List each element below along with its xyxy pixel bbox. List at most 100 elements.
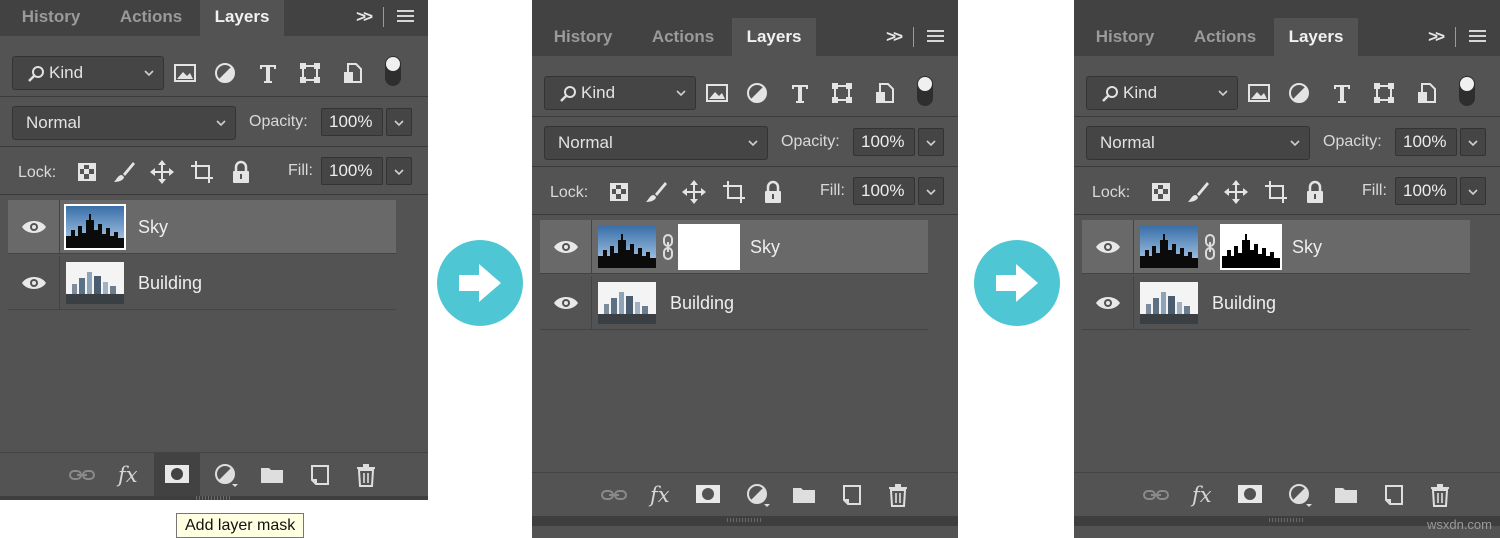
visibility-toggle[interactable] bbox=[1082, 220, 1134, 273]
smart-object-filter-icon[interactable] bbox=[1414, 80, 1440, 106]
layer-thumbnail-sky[interactable] bbox=[1140, 226, 1198, 268]
lock-artboard-icon[interactable] bbox=[721, 179, 747, 205]
layer-mask-thumbnail[interactable] bbox=[1220, 224, 1282, 270]
group-folder-icon[interactable] bbox=[1332, 481, 1360, 509]
layer-row-building[interactable]: Building bbox=[540, 276, 928, 330]
shape-filter-icon[interactable] bbox=[829, 80, 855, 106]
new-layer-icon[interactable] bbox=[306, 461, 334, 489]
lock-transparent-pixels-icon[interactable] bbox=[74, 159, 100, 185]
smart-object-filter-icon[interactable] bbox=[872, 80, 898, 106]
layer-thumbnail-building[interactable] bbox=[1140, 282, 1198, 324]
image-filter-icon[interactable] bbox=[1246, 80, 1272, 106]
layer-thumbnail-building[interactable] bbox=[598, 282, 656, 324]
layer-name[interactable]: Building bbox=[138, 256, 202, 310]
layer-thumbnail-building[interactable] bbox=[66, 262, 124, 304]
fill-slider-toggle[interactable] bbox=[1460, 177, 1486, 205]
fill-input[interactable]: 100% bbox=[853, 177, 915, 205]
tab-actions[interactable]: Actions bbox=[103, 0, 199, 36]
filter-toggle-switch[interactable] bbox=[917, 76, 933, 106]
adjustment-filter-icon[interactable] bbox=[744, 80, 770, 106]
new-layer-icon[interactable] bbox=[838, 481, 866, 509]
filter-toggle-switch[interactable] bbox=[385, 56, 401, 86]
image-filter-icon[interactable] bbox=[172, 60, 198, 86]
panel-resize-strip[interactable] bbox=[0, 496, 428, 500]
tab-layers[interactable]: Layers bbox=[732, 18, 816, 56]
expand-chevron-icon[interactable]: >> bbox=[1428, 18, 1445, 56]
lock-all-icon[interactable] bbox=[760, 179, 786, 205]
image-filter-icon[interactable] bbox=[704, 80, 730, 106]
tab-layers[interactable]: Layers bbox=[200, 0, 284, 36]
lock-transparent-pixels-icon[interactable] bbox=[1148, 179, 1174, 205]
add-layer-mask-icon[interactable] bbox=[694, 481, 722, 509]
link-layers-icon[interactable] bbox=[1142, 481, 1170, 509]
adjustment-layer-icon[interactable] bbox=[1286, 481, 1314, 509]
lock-image-pixels-icon[interactable] bbox=[643, 179, 669, 205]
lock-artboard-icon[interactable] bbox=[189, 159, 215, 185]
delete-trash-icon[interactable] bbox=[352, 461, 380, 489]
fill-input[interactable]: 100% bbox=[321, 157, 383, 185]
kind-filter-dropdown[interactable]: Kind bbox=[12, 56, 164, 90]
layer-row-building[interactable]: Building bbox=[1082, 276, 1470, 330]
layer-name[interactable]: Sky bbox=[1292, 220, 1322, 274]
visibility-toggle[interactable] bbox=[540, 220, 592, 273]
tab-history[interactable]: History bbox=[538, 18, 628, 56]
lock-image-pixels-icon[interactable] bbox=[111, 159, 137, 185]
fx-icon[interactable]: fx bbox=[650, 481, 678, 509]
tab-history[interactable]: History bbox=[6, 0, 96, 36]
delete-trash-icon[interactable] bbox=[1426, 481, 1454, 509]
blend-mode-dropdown[interactable]: Normal bbox=[1086, 126, 1310, 160]
layer-row-building[interactable]: Building bbox=[8, 256, 396, 310]
blend-mode-dropdown[interactable]: Normal bbox=[12, 106, 236, 140]
opacity-input[interactable]: 100% bbox=[853, 128, 915, 156]
add-layer-mask-icon[interactable] bbox=[1236, 481, 1264, 509]
expand-chevron-icon[interactable]: >> bbox=[356, 0, 373, 36]
panel-resize-strip[interactable] bbox=[532, 516, 958, 526]
panel-menu-icon[interactable] bbox=[1469, 30, 1486, 43]
tab-layers[interactable]: Layers bbox=[1274, 18, 1358, 56]
visibility-toggle[interactable] bbox=[1082, 276, 1134, 329]
layer-thumbnail-sky[interactable] bbox=[64, 204, 126, 250]
mask-link-chain-icon[interactable] bbox=[1204, 234, 1216, 260]
adjustment-layer-icon[interactable] bbox=[212, 461, 240, 489]
panel-menu-icon[interactable] bbox=[927, 30, 944, 43]
layer-row-sky[interactable]: Sky bbox=[1082, 220, 1470, 274]
layer-thumbnail-sky[interactable] bbox=[598, 226, 656, 268]
filter-toggle-switch[interactable] bbox=[1459, 76, 1475, 106]
fx-icon[interactable]: fx bbox=[118, 461, 146, 489]
group-folder-icon[interactable] bbox=[790, 481, 818, 509]
layer-row-sky[interactable]: Sky bbox=[8, 200, 396, 254]
tab-history[interactable]: History bbox=[1080, 18, 1170, 56]
tab-actions[interactable]: Actions bbox=[635, 18, 731, 56]
type-filter-icon[interactable] bbox=[1329, 80, 1355, 106]
expand-chevron-icon[interactable]: >> bbox=[886, 18, 903, 56]
lock-position-icon[interactable] bbox=[1223, 179, 1249, 205]
link-layers-icon[interactable] bbox=[600, 481, 628, 509]
lock-all-icon[interactable] bbox=[228, 159, 254, 185]
lock-artboard-icon[interactable] bbox=[1263, 179, 1289, 205]
type-filter-icon[interactable] bbox=[787, 80, 813, 106]
fill-slider-toggle[interactable] bbox=[386, 157, 412, 185]
mask-link-chain-icon[interactable] bbox=[662, 234, 674, 260]
tab-actions[interactable]: Actions bbox=[1177, 18, 1273, 56]
layer-row-sky[interactable]: Sky bbox=[540, 220, 928, 274]
kind-filter-dropdown[interactable]: Kind bbox=[544, 76, 696, 110]
delete-trash-icon[interactable] bbox=[884, 481, 912, 509]
fill-input[interactable]: 100% bbox=[1395, 177, 1457, 205]
lock-position-icon[interactable] bbox=[681, 179, 707, 205]
shape-filter-icon[interactable] bbox=[1371, 80, 1397, 106]
shape-filter-icon[interactable] bbox=[297, 60, 323, 86]
visibility-toggle[interactable] bbox=[8, 256, 60, 309]
kind-filter-dropdown[interactable]: Kind bbox=[1086, 76, 1238, 110]
layer-name[interactable]: Sky bbox=[138, 200, 168, 254]
lock-image-pixels-icon[interactable] bbox=[1185, 179, 1211, 205]
opacity-slider-toggle[interactable] bbox=[1460, 128, 1486, 156]
layer-mask-thumbnail[interactable] bbox=[678, 224, 740, 270]
opacity-slider-toggle[interactable] bbox=[386, 108, 412, 136]
fx-icon[interactable]: fx bbox=[1192, 481, 1220, 509]
resize-grip[interactable] bbox=[1269, 518, 1305, 522]
opacity-input[interactable]: 100% bbox=[321, 108, 383, 136]
adjustment-filter-icon[interactable] bbox=[212, 60, 238, 86]
link-layers-icon[interactable] bbox=[68, 461, 96, 489]
lock-position-icon[interactable] bbox=[149, 159, 175, 185]
layer-name[interactable]: Building bbox=[670, 276, 734, 330]
